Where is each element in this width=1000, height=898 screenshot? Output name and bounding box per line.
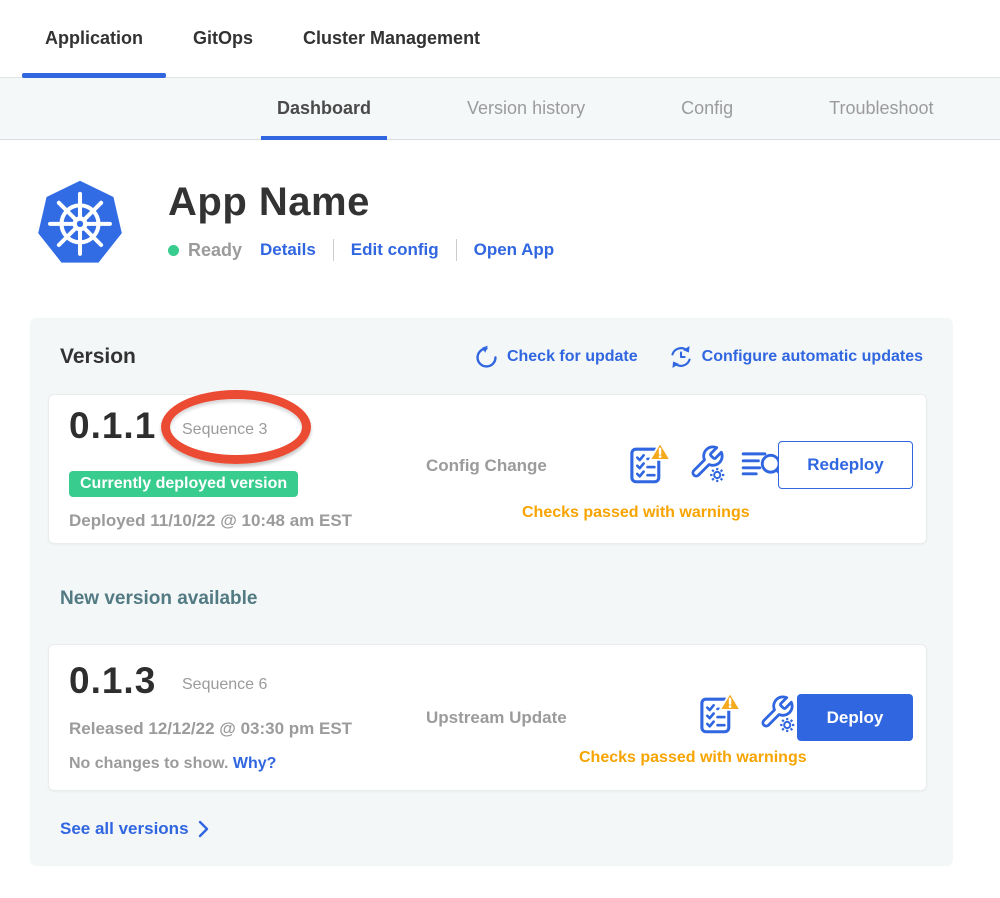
edit-config-icon[interactable] (686, 442, 726, 484)
kubernetes-logo-icon (36, 178, 124, 268)
version-source-label: Upstream Update (426, 708, 567, 728)
configure-auto-updates-button[interactable]: Configure automatic updates (668, 344, 923, 370)
checks-status-link[interactable]: Checks passed with warnings (522, 504, 750, 522)
divider (456, 239, 457, 261)
why-link[interactable]: Why? (233, 755, 277, 772)
tab-cluster-management[interactable]: Cluster Management (303, 0, 480, 78)
preflight-checks-icon[interactable] (627, 441, 671, 485)
status-row: Ready Details Edit config Open App (168, 239, 554, 261)
view-files-icon[interactable] (741, 447, 783, 479)
released-timestamp: Released 12/12/22 @ 03:30 pm EST (69, 719, 352, 739)
version-panel-title: Version (60, 345, 136, 369)
app-header-text: App Name Ready Details Edit config Open … (168, 178, 554, 268)
tab-config[interactable]: Config (681, 78, 733, 140)
open-app-link[interactable]: Open App (474, 240, 555, 260)
version-action-icons (697, 691, 796, 735)
edit-config-link[interactable]: Edit config (351, 240, 439, 260)
deployed-timestamp: Deployed 11/10/22 @ 10:48 am EST (69, 511, 352, 531)
tab-gitops[interactable]: GitOps (193, 0, 253, 78)
new-version-heading: New version available (60, 588, 935, 610)
no-changes-label: No changes to show. (69, 755, 228, 772)
configure-auto-updates-label: Configure automatic updates (702, 348, 923, 366)
version-panel-header: Version Check for update Configure autom… (48, 344, 935, 370)
version-action-icons (627, 441, 783, 485)
current-version-card: 0.1.1 Sequence 3 Currently deployed vers… (48, 394, 927, 544)
edit-config-icon[interactable] (756, 692, 796, 734)
app-header: App Name Ready Details Edit config Open … (0, 140, 1000, 268)
redeploy-button[interactable]: Redeploy (778, 441, 913, 489)
available-version-sequence: Sequence 6 (182, 676, 267, 694)
deployed-badge: Currently deployed version (69, 471, 298, 497)
current-version-number: 0.1.1 (69, 405, 156, 447)
version-source-label: Config Change (426, 456, 547, 476)
check-for-update-label: Check for update (507, 348, 638, 366)
tab-application[interactable]: Application (45, 0, 143, 78)
see-all-versions-label: See all versions (60, 819, 189, 839)
app-sub-nav: Dashboard Version history Config Trouble… (0, 78, 1000, 140)
refresh-icon (474, 345, 499, 370)
version-panel: Version Check for update Configure autom… (30, 318, 953, 866)
check-for-update-button[interactable]: Check for update (474, 345, 638, 370)
deploy-button[interactable]: Deploy (797, 694, 913, 741)
page-title: App Name (168, 180, 554, 225)
details-link[interactable]: Details (260, 240, 316, 260)
status-badge: Ready (188, 240, 242, 261)
auto-update-icon (668, 344, 694, 370)
available-version-card: 0.1.3 Sequence 6 Released 12/12/22 @ 03:… (48, 644, 927, 791)
status-dot-icon (168, 245, 179, 256)
chevron-right-icon (198, 820, 209, 838)
current-version-sequence: Sequence 3 (182, 421, 267, 439)
primary-nav: Application GitOps Cluster Management (0, 0, 1000, 78)
divider (333, 239, 334, 261)
tab-version-history[interactable]: Version history (467, 78, 585, 140)
preflight-checks-icon[interactable] (697, 691, 741, 735)
checks-status-link[interactable]: Checks passed with warnings (579, 749, 807, 767)
version-panel-actions: Check for update Configure automatic upd… (474, 344, 923, 370)
no-changes-text: No changes to show. Why? (69, 755, 276, 773)
see-all-versions-link[interactable]: See all versions (60, 819, 935, 839)
tab-dashboard[interactable]: Dashboard (277, 78, 371, 140)
tab-troubleshoot[interactable]: Troubleshoot (829, 78, 933, 140)
available-version-number: 0.1.3 (69, 660, 156, 702)
